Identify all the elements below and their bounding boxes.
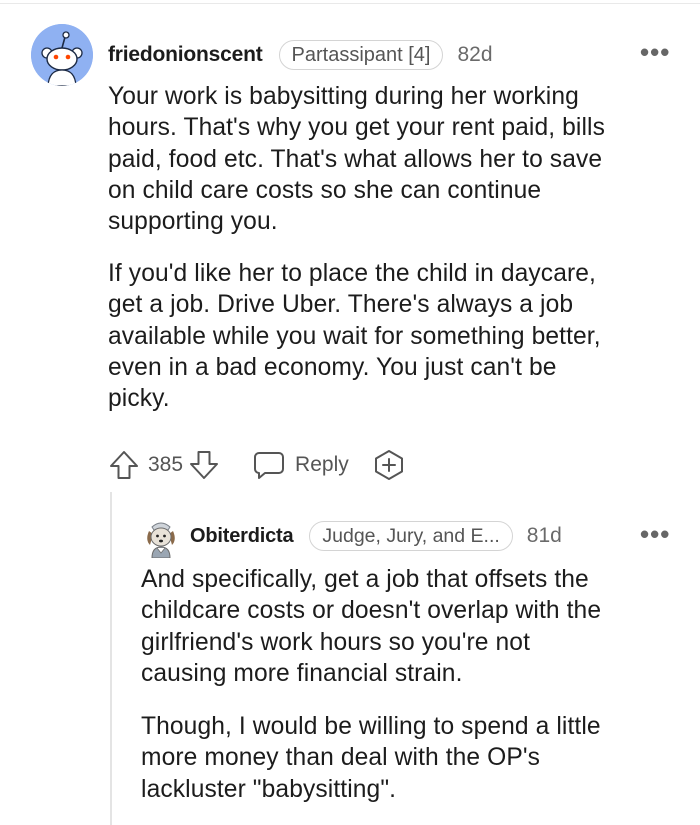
body-line: on child care costs so she can continue: [108, 176, 542, 204]
user-avatar[interactable]: [143, 518, 179, 559]
body-line: And specifically, get a job that offsets…: [141, 566, 589, 593]
comment-body-paragraph: If you'd like her to place the child in …: [108, 258, 601, 414]
body-line: Though, I would be willing to spend a li…: [141, 713, 601, 740]
vote-count: 385: [148, 453, 184, 476]
body-line: If you'd like her to place the child in …: [108, 260, 596, 287]
snoo-avatar-icon: [31, 24, 93, 86]
user-avatar[interactable]: [31, 24, 93, 86]
reply-button[interactable]: Reply: [253, 450, 349, 480]
body-line: hours. That's why you get your rent paid…: [108, 114, 605, 142]
body-line: causing more financial strain.: [141, 659, 463, 687]
body-line: available while you wait for something b…: [108, 322, 601, 350]
body-line: more money than deal with the OP's: [141, 744, 541, 772]
comment-age: 81d: [526, 524, 562, 547]
comment-body-paragraph: Your work is babysitting during her work…: [108, 81, 605, 237]
comment-actions: 385 Reply: [108, 448, 405, 482]
body-line: lackluster "babysitting".: [141, 775, 397, 803]
downvote-icon[interactable]: [189, 449, 219, 481]
body-line: girlfriend's work hours so you're not: [141, 628, 530, 656]
comment-body-paragraph: And specifically, get a job that offsets…: [141, 564, 601, 689]
thread-line[interactable]: [110, 492, 112, 825]
comment-header: Obiterdicta Judge, Jury, and E... 81d: [190, 521, 562, 551]
body-line: Your work is babysitting during her work…: [108, 83, 579, 110]
more-options-icon[interactable]: •••: [640, 39, 670, 65]
body-line: supporting you.: [108, 208, 278, 236]
body-line: childcare costs or doesn't overlap with …: [141, 597, 602, 625]
body-line: picky.: [108, 385, 170, 413]
body-line: get a job. Drive Uber. There's always a …: [108, 291, 574, 319]
award-plus-icon[interactable]: [373, 449, 405, 481]
username[interactable]: friedonionscent: [108, 43, 263, 67]
dog-avatar-icon: [147, 522, 175, 559]
body-line: even in a bad economy. You just can't be: [108, 353, 557, 381]
reply-label: Reply: [295, 453, 349, 476]
user-flair: Partassipant [4]: [278, 40, 444, 70]
comment-header: friedonionscent Partassipant [4] 82d: [108, 40, 493, 70]
top-divider: [0, 3, 700, 4]
comment-age: 82d: [457, 43, 493, 66]
upvote-icon[interactable]: [108, 449, 140, 481]
user-flair: Judge, Jury, and E...: [309, 521, 513, 551]
body-line: paid, food etc. That's what allows her t…: [108, 145, 603, 173]
more-options-icon[interactable]: •••: [640, 521, 670, 547]
comment-body-paragraph: Though, I would be willing to spend a li…: [141, 711, 601, 805]
comment-bubble-icon: [254, 452, 285, 479]
username[interactable]: Obiterdicta: [190, 525, 294, 548]
